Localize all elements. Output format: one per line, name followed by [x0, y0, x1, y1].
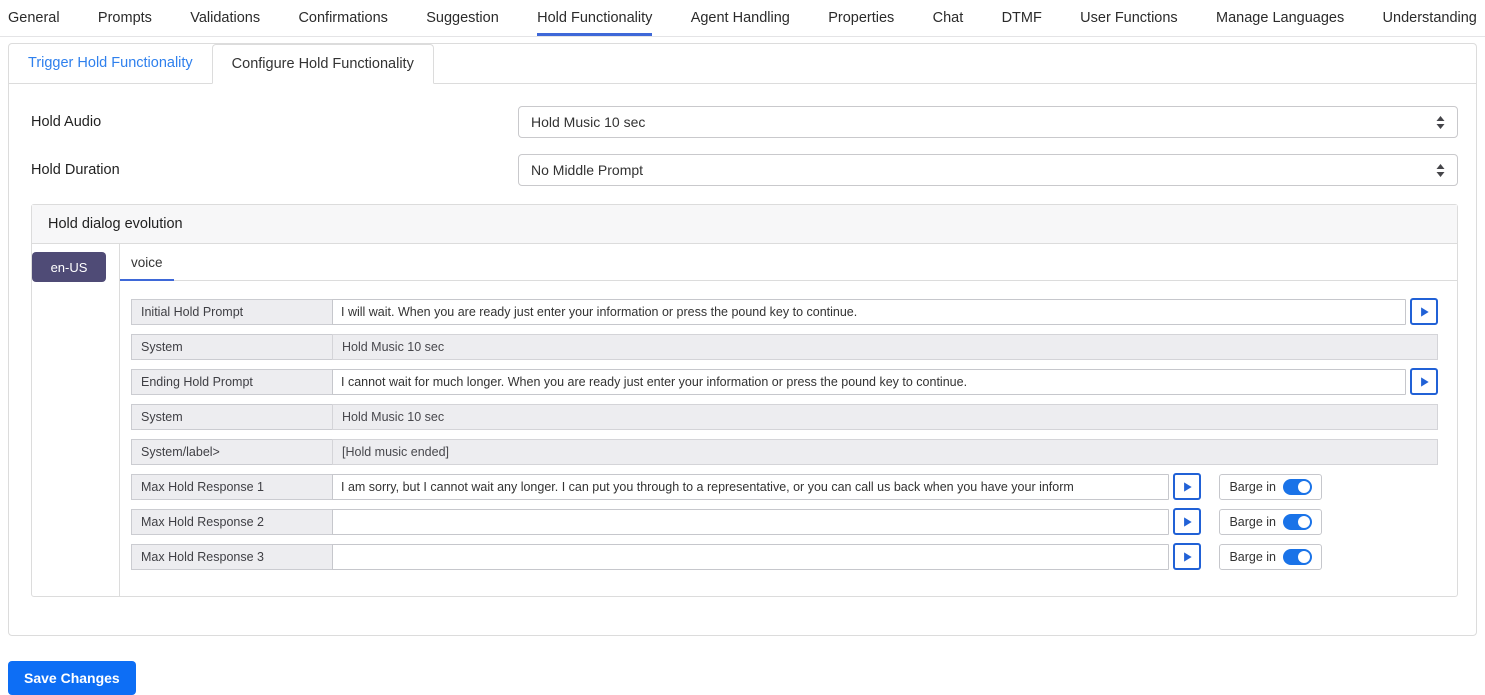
play-icon	[1417, 375, 1431, 389]
row-label: Max Hold Response 1	[131, 474, 333, 500]
play-icon	[1180, 480, 1194, 494]
select-arrows-icon	[1436, 116, 1445, 129]
ending-hold-prompt-input[interactable]	[332, 369, 1406, 395]
subtab-trigger-hold[interactable]: Trigger Hold Functionality	[9, 44, 212, 83]
channel-tabs: voice	[120, 244, 1457, 281]
tab-understanding[interactable]: Understanding	[1383, 0, 1477, 36]
system-value: [Hold music ended]	[332, 439, 1438, 465]
hold-duration-selected-value: No Middle Prompt	[531, 162, 643, 178]
language-column: en-US	[32, 244, 119, 596]
play-button[interactable]	[1410, 298, 1438, 325]
prompt-row-max-hold-3: Max Hold Response 3 Barge in	[131, 543, 1438, 570]
play-button[interactable]	[1410, 368, 1438, 395]
barge-in-label: Barge in	[1229, 480, 1276, 494]
barge-in-label: Barge in	[1229, 550, 1276, 564]
tab-dtmf[interactable]: DTMF	[1002, 0, 1042, 36]
max-hold-response-1-input[interactable]	[332, 474, 1169, 500]
hold-duration-label: Hold Duration	[31, 162, 518, 178]
play-button[interactable]	[1173, 473, 1201, 500]
system-row: System Hold Music 10 sec	[131, 333, 1438, 360]
hold-audio-label: Hold Audio	[31, 114, 518, 130]
language-badge[interactable]: en-US	[32, 252, 106, 282]
tab-chat[interactable]: Chat	[933, 0, 964, 36]
prompt-row-initial-hold: Initial Hold Prompt	[131, 298, 1438, 325]
play-button[interactable]	[1173, 543, 1201, 570]
play-icon	[1417, 305, 1431, 319]
row-label: Initial Hold Prompt	[131, 299, 333, 325]
play-button[interactable]	[1173, 508, 1201, 535]
barge-in-toggle[interactable]	[1283, 549, 1312, 565]
tab-validations[interactable]: Validations	[190, 0, 260, 36]
hold-audio-select[interactable]: Hold Music 10 sec	[518, 106, 1458, 138]
tab-user-functions[interactable]: User Functions	[1080, 0, 1178, 36]
hold-audio-selected-value: Hold Music 10 sec	[531, 114, 645, 130]
barge-in-toggle[interactable]	[1283, 514, 1312, 530]
tab-properties[interactable]: Properties	[828, 0, 894, 36]
select-arrows-icon	[1436, 164, 1445, 177]
sub-tabs: Trigger Hold Functionality Configure Hol…	[9, 44, 1476, 84]
tab-prompts[interactable]: Prompts	[98, 0, 152, 36]
tab-hold-functionality[interactable]: Hold Functionality	[537, 0, 652, 36]
row-label: System	[131, 334, 333, 360]
system-row: System/label> [Hold music ended]	[131, 438, 1438, 465]
panel-body: en-US voice Initial Hold Prompt	[32, 244, 1457, 596]
system-row: System Hold Music 10 sec	[131, 403, 1438, 430]
system-value: Hold Music 10 sec	[332, 404, 1438, 430]
row-label: Max Hold Response 2	[131, 509, 333, 535]
top-nav: General Prompts Validations Confirmation…	[0, 0, 1485, 37]
dialog-content: voice Initial Hold Prompt	[119, 244, 1457, 596]
tab-general[interactable]: General	[8, 0, 60, 36]
hold-dialog-evolution-panel: Hold dialog evolution en-US voice Initia…	[31, 204, 1458, 597]
prompt-row-max-hold-2: Max Hold Response 2 Barge in	[131, 508, 1438, 535]
tab-voice[interactable]: voice	[120, 246, 174, 281]
subtab-configure-hold[interactable]: Configure Hold Functionality	[212, 44, 434, 84]
barge-in-toggle[interactable]	[1283, 479, 1312, 495]
initial-hold-prompt-input[interactable]	[332, 299, 1406, 325]
play-icon	[1180, 550, 1194, 564]
tab-suggestion[interactable]: Suggestion	[426, 0, 499, 36]
max-hold-response-3-input[interactable]	[332, 544, 1169, 570]
barge-in-label: Barge in	[1229, 515, 1276, 529]
barge-in-control: Barge in	[1219, 509, 1322, 535]
prompt-row-ending-hold: Ending Hold Prompt	[131, 368, 1438, 395]
prompt-row-max-hold-1: Max Hold Response 1 Barge in	[131, 473, 1438, 500]
hold-audio-row: Hold Audio Hold Music 10 sec	[31, 106, 1458, 138]
row-label: System/label>	[131, 439, 333, 465]
hold-functionality-card: Trigger Hold Functionality Configure Hol…	[8, 43, 1477, 636]
row-label: Ending Hold Prompt	[131, 369, 333, 395]
configure-hold-panel: Hold Audio Hold Music 10 sec Hold Durati…	[9, 84, 1476, 635]
save-changes-button[interactable]: Save Changes	[8, 661, 136, 695]
barge-in-control: Barge in	[1219, 544, 1322, 570]
dialog-rows: Initial Hold Prompt System Hold Music 10…	[120, 281, 1457, 596]
hold-duration-row: Hold Duration No Middle Prompt	[31, 154, 1458, 186]
tab-agent-handling[interactable]: Agent Handling	[691, 0, 790, 36]
panel-title: Hold dialog evolution	[32, 205, 1457, 244]
row-label: Max Hold Response 3	[131, 544, 333, 570]
barge-in-control: Barge in	[1219, 474, 1322, 500]
row-label: System	[131, 404, 333, 430]
hold-duration-select[interactable]: No Middle Prompt	[518, 154, 1458, 186]
play-icon	[1180, 515, 1194, 529]
tab-manage-languages[interactable]: Manage Languages	[1216, 0, 1344, 36]
system-value: Hold Music 10 sec	[332, 334, 1438, 360]
max-hold-response-2-input[interactable]	[332, 509, 1169, 535]
tab-confirmations[interactable]: Confirmations	[298, 0, 387, 36]
